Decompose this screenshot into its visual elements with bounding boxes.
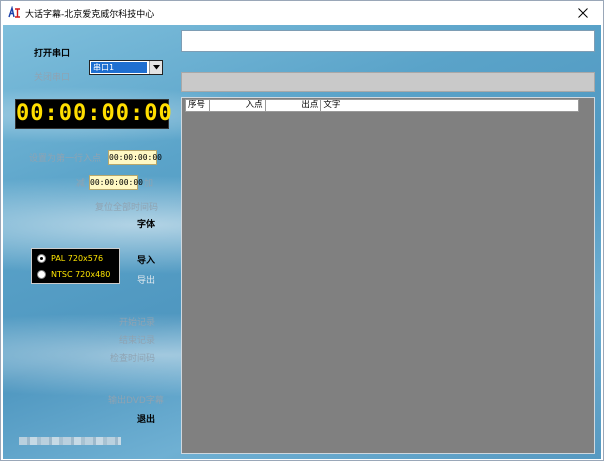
minus-button[interactable]: 减 <box>76 176 85 189</box>
first-in-timecode-field[interactable]: 00:00:00:00 <box>108 150 162 165</box>
app-logo-icon <box>8 5 21 19</box>
set-first-in-button[interactable]: 设置为第一行入点 <box>29 151 101 164</box>
close-button[interactable] <box>563 1 603 25</box>
preview-bar <box>181 72 595 92</box>
port-select-value: 串口1 <box>91 62 147 73</box>
radio-unchecked-icon[interactable] <box>37 270 46 279</box>
column-header-in[interactable]: 入点 <box>210 100 266 111</box>
output-dvd-subtitle-button[interactable]: 输出DVD字幕 <box>108 393 164 406</box>
title-bar: 大话字幕-北京爱克威尔科技中心 <box>1 1 603 25</box>
ntsc-radio[interactable]: NTSC 720x480 <box>37 270 110 279</box>
status-text <box>19 437 121 445</box>
table-header: 序号 入点 出点 文字 <box>185 99 579 112</box>
timecode-display: 00:00:00:00 <box>15 99 172 129</box>
column-header-out[interactable]: 出点 <box>266 100 322 111</box>
open-port-button[interactable]: 打开串口 <box>34 46 70 59</box>
client-area: 打开串口 关闭串口 串口1 00:00:00:00 设置为第一行入点 00:00… <box>3 25 601 459</box>
reset-timecode-button[interactable]: 复位全部时间码 <box>95 200 158 213</box>
close-port-button[interactable]: 关闭串口 <box>34 70 70 83</box>
column-header-text[interactable]: 文字 <box>321 100 578 111</box>
ntsc-radio-label: NTSC 720x480 <box>51 270 111 279</box>
radio-checked-icon[interactable] <box>37 254 46 263</box>
start-record-button[interactable]: 开始记录 <box>119 315 155 328</box>
video-format-group: PAL 720x576 NTSC 720x480 <box>31 248 120 284</box>
subtitle-text-input[interactable] <box>181 30 595 52</box>
import-button[interactable]: 导入 <box>137 253 155 266</box>
pal-radio-label: PAL 720x576 <box>51 254 104 263</box>
offset-timecode-field[interactable]: 00:00:00:00 <box>89 175 143 190</box>
window-title: 大话字幕-北京爱克威尔科技中心 <box>25 10 155 20</box>
font-button[interactable]: 字体 <box>137 217 155 230</box>
subtitle-table[interactable]: 序号 入点 出点 文字 <box>181 97 595 454</box>
chevron-down-icon[interactable] <box>149 61 162 74</box>
end-record-button[interactable]: 结束记录 <box>119 333 155 346</box>
pal-radio[interactable]: PAL 720x576 <box>37 254 103 263</box>
port-select[interactable]: 串口1 <box>89 60 163 75</box>
close-icon <box>578 8 588 18</box>
column-header-index[interactable]: 序号 <box>186 100 210 111</box>
check-timecode-button[interactable]: 检查时间码 <box>110 351 155 364</box>
main-window: 大话字幕-北京爱克威尔科技中心 打开串口 关闭串口 串口1 00:00:00:0… <box>0 0 604 461</box>
exit-button[interactable]: 退出 <box>137 412 155 425</box>
export-button[interactable]: 导出 <box>137 273 155 286</box>
plus-button[interactable]: 加 <box>144 176 153 189</box>
